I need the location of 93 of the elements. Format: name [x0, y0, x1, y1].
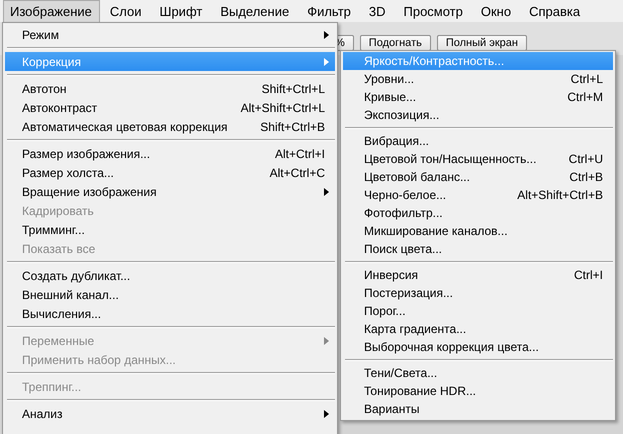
menu-item[interactable]: Выборочная коррекция цвета...: [343, 338, 613, 356]
menu-item[interactable]: Микширование каналов...: [343, 222, 613, 240]
menu-item-label: Треппинг...: [22, 380, 82, 394]
menu-item[interactable]: Автоматическая цветовая коррекция Shift+Ctrl+B: [5, 117, 335, 136]
menu-bar-item[interactable]: Изображение: [3, 0, 100, 22]
menu-item-label: Постеризация...: [364, 286, 454, 300]
menu-item-label: Тени/Света...: [364, 366, 438, 380]
menu-item-label: Вращение изображения: [22, 184, 158, 198]
menu-item[interactable]: Вибрация...: [343, 132, 613, 150]
menu-item[interactable]: Размер холста... Alt+Ctrl+C: [5, 163, 335, 182]
menu-bar-item[interactable]: 3D: [362, 0, 394, 22]
menu-item-label: Карта градиента...: [364, 322, 468, 336]
menu-bar-item[interactable]: Выделение: [213, 0, 298, 22]
menu-item-label: Выборочная коррекция цвета...: [364, 340, 540, 354]
menu-item-label: Коррекция: [22, 54, 82, 68]
shortcut-label: Ctrl+U: [568, 152, 603, 166]
menu-item[interactable]: Инверсия Ctrl+I: [343, 266, 613, 284]
menu-item-label: Автоконтраст: [22, 100, 98, 114]
shortcut-label: Shift+Ctrl+L: [262, 82, 325, 96]
shortcut-label: Ctrl+I: [574, 268, 603, 282]
menu-item-label: Применить набор данных...: [22, 352, 177, 366]
submenu-arrow-icon: [324, 188, 329, 196]
menu-item-label: Кадрировать: [22, 204, 95, 218]
menu-item-label: Цветовой баланс...: [364, 170, 471, 184]
menu-item-label: Микширование каналов...: [364, 224, 509, 238]
menu-item[interactable]: Вращение изображения: [5, 182, 335, 201]
menu-item-label: Вычисления...: [22, 306, 102, 320]
menu-item-label: Кривые...: [364, 90, 418, 104]
menu-item[interactable]: Постеризация...: [343, 284, 613, 302]
submenu-arrow-icon: [324, 410, 329, 418]
shortcut-label: Alt+Ctrl+C: [270, 166, 325, 180]
menu-item[interactable]: Тени/Света...: [343, 364, 613, 382]
menu-item-label: Анализ: [22, 406, 64, 420]
toolbar-button[interactable]: Полный экран: [436, 35, 527, 51]
shortcut-label: Alt+Shift+Ctrl+L: [240, 100, 325, 114]
menu-item-label: Тримминг...: [22, 222, 86, 236]
menu-item[interactable]: Анализ: [5, 404, 335, 423]
menu-item-label: Поиск цвета...: [364, 242, 444, 256]
menu-item[interactable]: Черно-белое... Alt+Shift+Ctrl+B: [343, 186, 613, 204]
shortcut-label: Ctrl+M: [567, 90, 603, 104]
menu-item-label: Показать все: [22, 242, 96, 256]
menu-item[interactable]: Тримминг...: [5, 220, 335, 239]
menu-item[interactable]: Варианты: [343, 400, 613, 418]
menu-item-label: Яркость/Контрастность...: [364, 54, 506, 68]
menu-item[interactable]: Кривые... Ctrl+M: [343, 88, 613, 106]
shortcut-label: Shift+Ctrl+B: [260, 120, 325, 134]
menu-bar-item[interactable]: Слои: [102, 0, 150, 22]
toolbar-button[interactable]: Подогнать: [360, 35, 431, 51]
menu-item[interactable]: Порог...: [343, 302, 613, 320]
menu-item[interactable]: Экспозиция...: [343, 106, 613, 124]
menu-item-label: Переменные: [22, 334, 96, 348]
menu-bar-item[interactable]: Справка: [522, 0, 588, 22]
submenu-arrow-icon: [324, 30, 329, 38]
menu-item[interactable]: Создать дубликат...: [5, 266, 335, 285]
menu-item-label: Режим: [22, 28, 60, 42]
shortcut-label: Alt+Ctrl+I: [274, 146, 325, 160]
menu-item-label: Фотофильтр...: [364, 206, 444, 220]
menu-item[interactable]: Поиск цвета...: [343, 240, 613, 258]
menu-item-label: Экспозиция...: [364, 108, 440, 122]
menu-item-label: Варианты: [364, 402, 420, 416]
menu-item[interactable]: Автоконтраст Alt+Shift+Ctrl+L: [5, 98, 335, 117]
menu-item[interactable]: Фотофильтр...: [343, 204, 613, 222]
menu-item-label: Тонирование HDR...: [364, 384, 477, 398]
menu-item-label: Автотон: [22, 82, 68, 96]
menu-item[interactable]: Цветовой баланс... Ctrl+B: [343, 168, 613, 186]
menu-item-label: Внешний канал...: [22, 288, 120, 302]
shortcut-label: Ctrl+B: [569, 170, 603, 184]
menu-item[interactable]: Вычисления...: [5, 304, 335, 323]
shortcut-label: Alt+Shift+Ctrl+B: [517, 188, 603, 202]
menu-item-label: Порог...: [364, 304, 407, 318]
menu-item-label: Создать дубликат...: [22, 268, 132, 282]
menu-item-label: Вибрация...: [364, 134, 430, 148]
menu-item[interactable]: Автотон Shift+Ctrl+L: [5, 79, 335, 98]
menu-item-label: Инверсия: [364, 268, 420, 282]
menu-bar-item[interactable]: Просмотр: [396, 0, 471, 22]
menu-item-label: Цветовой тон/Насыщенность...: [364, 152, 538, 166]
menu-item[interactable]: Цветовой тон/Насыщенность... Ctrl+U: [343, 150, 613, 168]
menu-item[interactable]: Внешний канал...: [5, 285, 335, 304]
menu-item[interactable]: Уровни... Ctrl+L: [343, 70, 613, 88]
menu-item-label: Размер холста...: [22, 166, 115, 180]
menu-item-label: Черно-белое...: [364, 188, 448, 202]
menu-item[interactable]: Размер изображения... Alt+Ctrl+I: [5, 144, 335, 163]
menu-bar-item[interactable]: Шрифт: [152, 0, 210, 22]
shortcut-label: Ctrl+L: [570, 72, 603, 86]
menu-bar-item[interactable]: Окно: [474, 0, 520, 22]
menu-item-label: Уровни...: [364, 72, 416, 86]
submenu-arrow-icon: [324, 58, 329, 66]
submenu-arrow-icon: [324, 336, 329, 344]
menu-item-label: Автоматическая цветовая коррекция: [22, 120, 229, 134]
menu-bar-item[interactable]: Фильтр: [300, 0, 359, 22]
menu-item[interactable]: Тонирование HDR...: [343, 382, 613, 400]
menu-item[interactable]: Карта градиента...: [343, 320, 613, 338]
menu-item-label: Размер изображения...: [22, 146, 152, 160]
